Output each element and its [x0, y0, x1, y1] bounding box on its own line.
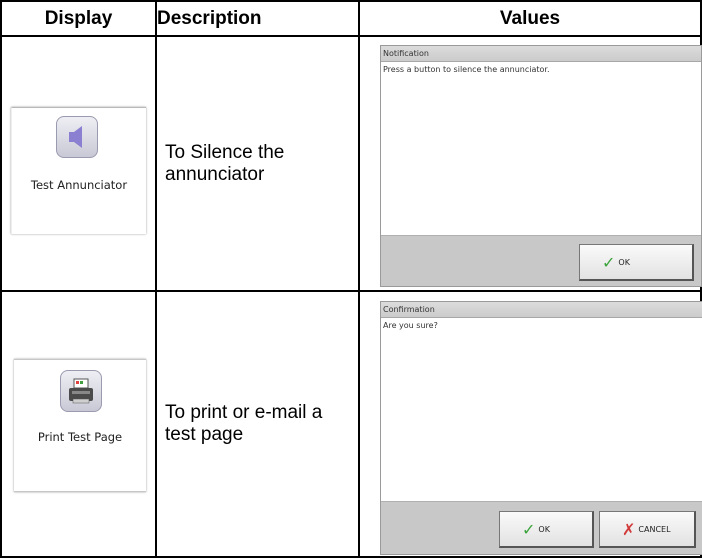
- confirmation-dialog: Confirmation Are you sure? ✓ OK ✗ CANCEL: [380, 301, 702, 555]
- tile-label: Test Annunciator: [30, 178, 128, 192]
- ok-button-label: OK: [618, 257, 630, 267]
- values-cell: Notification Press a button to silence t…: [358, 35, 702, 292]
- display-cell: Test Annunciator: [0, 35, 157, 292]
- printer-icon: [60, 370, 102, 412]
- ok-button-label: OK: [538, 524, 550, 534]
- table-row: Test Annunciator To Silence the annuncia…: [0, 35, 702, 292]
- cancel-button[interactable]: ✗ CANCEL: [599, 511, 696, 548]
- display-cell: Print Test Page: [0, 290, 157, 558]
- info-table: Display Description Values Test Annuncia…: [0, 0, 702, 558]
- column-header-values: Values: [358, 0, 702, 37]
- dialog-title: Confirmation: [381, 302, 702, 318]
- notification-dialog: Notification Press a button to silence t…: [380, 45, 702, 287]
- dialog-message: Are you sure?: [383, 321, 438, 330]
- check-icon: ✓: [522, 519, 536, 539]
- test-annunciator-tile[interactable]: Test Annunciator: [11, 107, 146, 234]
- description-cell: To print or e-mail a test page: [155, 290, 360, 558]
- dialog-title: Notification: [381, 46, 701, 62]
- table-row: Print Test Page To print or e-mail a tes…: [0, 290, 702, 558]
- speaker-icon: [56, 116, 98, 158]
- dialog-footer: ✓ OK ✗ CANCEL: [381, 501, 702, 554]
- tile-label: Print Test Page: [37, 430, 123, 444]
- cancel-button-label: CANCEL: [638, 524, 671, 534]
- ok-button[interactable]: ✓ OK: [499, 511, 594, 548]
- dialog-message: Press a button to silence the annunciato…: [383, 65, 550, 74]
- values-cell: Confirmation Are you sure? ✓ OK ✗ CANCEL: [358, 290, 702, 558]
- description-cell: To Silence the annunciator: [155, 35, 360, 292]
- check-icon: ✓: [602, 252, 616, 272]
- cross-icon: ✗: [622, 519, 636, 539]
- column-header-description: Description: [155, 0, 360, 37]
- table-header-row: Display Description Values: [0, 0, 702, 37]
- print-test-page-tile[interactable]: Print Test Page: [14, 359, 146, 492]
- ok-button[interactable]: ✓ OK: [579, 244, 694, 281]
- column-header-display: Display: [0, 0, 157, 37]
- dialog-footer: ✓ OK: [381, 235, 701, 286]
